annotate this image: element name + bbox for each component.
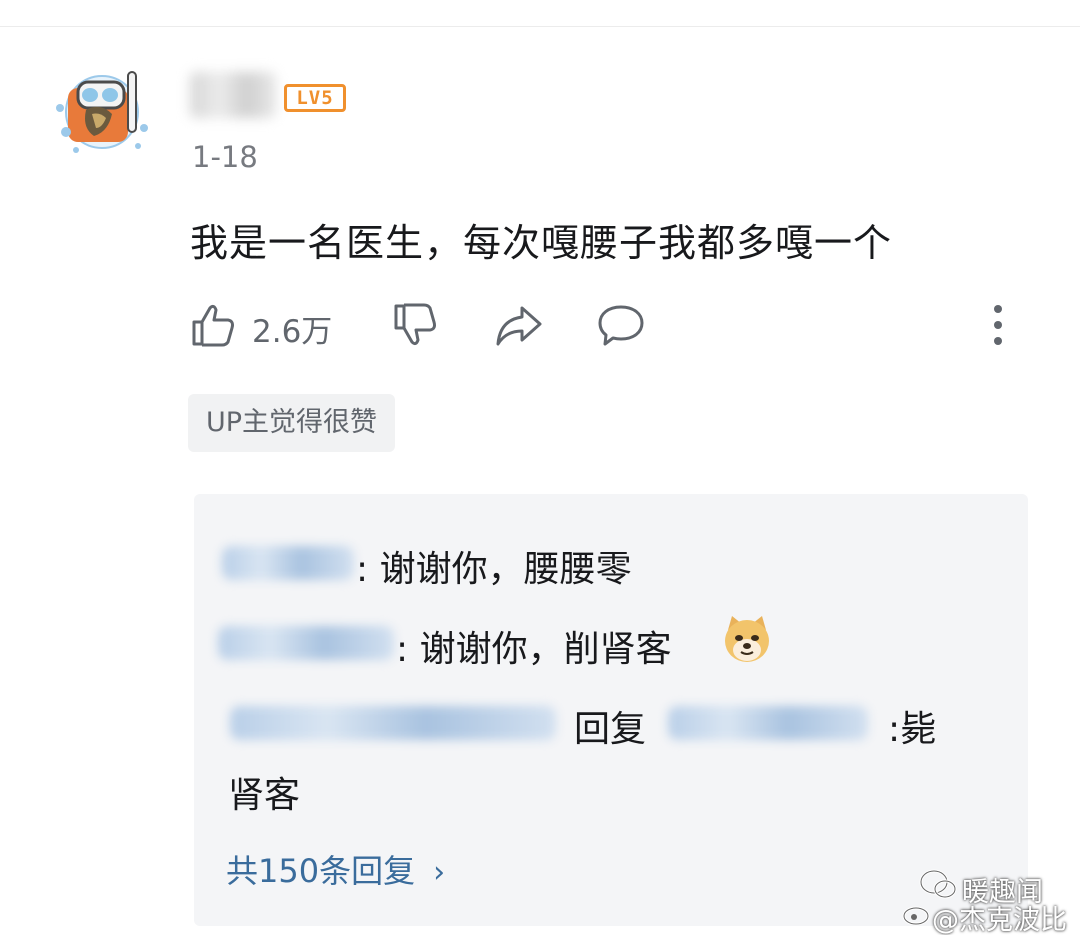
watermark-handle: @杰克波比 <box>932 905 1067 935</box>
comment-card: LV5 1-18 我是一名医生，每次嘎腰子我都多嘎一个 2.6万 UP主觉得很赞… <box>0 0 1080 935</box>
up-liked-tag: UP主觉得很赞 <box>188 394 396 452</box>
chevron-right-icon: › <box>433 855 446 890</box>
reply-text: :毙 <box>888 709 937 750</box>
wechat-icon <box>919 869 957 899</box>
thumb-down-icon[interactable] <box>392 300 440 350</box>
comment-text: 我是一名医生，每次嘎腰子我都多嘎一个 <box>190 221 893 265</box>
reply-text: : 谢谢你，削肾客 <box>396 629 672 670</box>
reply-username-redacted[interactable] <box>218 626 394 660</box>
reply-to-label: 回复 <box>574 709 647 750</box>
divider <box>0 26 1080 27</box>
comment-bubble-icon[interactable] <box>596 302 646 348</box>
share-icon[interactable] <box>494 302 544 348</box>
reply-username-redacted[interactable] <box>222 546 354 580</box>
username-redacted[interactable] <box>190 72 276 118</box>
avatar-icon[interactable] <box>48 62 156 158</box>
reply-text-continued: 肾客 <box>228 775 301 816</box>
view-all-replies-link[interactable]: 共150条回复 › <box>226 846 445 892</box>
reply-username-redacted[interactable] <box>230 706 556 740</box>
reply-text: : 谢谢你，腰腰零 <box>356 549 632 590</box>
doge-emoji-icon <box>725 616 769 662</box>
level-badge: LV5 <box>284 84 346 112</box>
reply-target-redacted[interactable] <box>668 706 868 740</box>
view-all-replies-label: 共150条回复 <box>226 852 416 890</box>
weibo-icon <box>902 906 930 926</box>
thumb-up-icon[interactable] <box>188 300 238 350</box>
like-count: 2.6万 <box>252 314 333 350</box>
comment-date: 1-18 <box>192 140 258 174</box>
more-vertical-icon[interactable] <box>986 302 1010 348</box>
